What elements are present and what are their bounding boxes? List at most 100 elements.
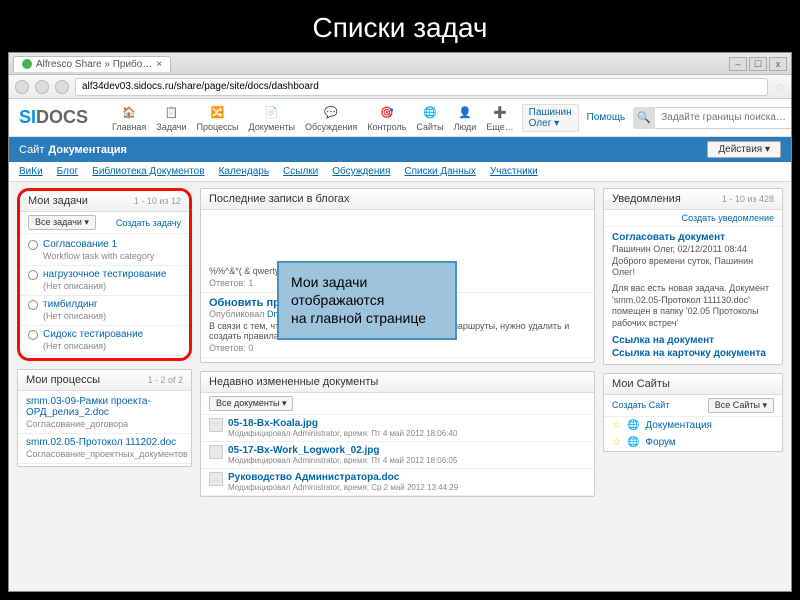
toolbar-processes[interactable]: 🔀Процессы [197,103,239,132]
app-header: SIDOCS 🏠Главная 📋Задачи 🔀Процессы 📄Докум… [9,99,791,137]
toolbar-tasks[interactable]: 📋Задачи [156,103,186,132]
logo[interactable]: SIDOCS [19,107,88,128]
home-icon: 🏠 [120,103,138,121]
recent-docs-dashlet: Недавно измененные документы Все докумен… [200,371,595,497]
toolbar-documents[interactable]: 📄Документы [249,103,295,132]
process-link[interactable]: smm.02.05-Протокол 111202.doc [26,437,188,448]
toolbar-label: Сайты [416,122,443,132]
process-item[interactable]: smm.03-09-Рамки проекта-ОРД_релиз_2.docС… [18,393,191,434]
toolbar-home[interactable]: 🏠Главная [112,103,146,132]
status-icon [28,330,38,340]
notif-card-link[interactable]: Ссылка на карточку документа [612,347,774,360]
create-notification-link[interactable]: Создать уведомление [682,213,774,223]
nav-discussions[interactable]: Обсуждения [332,166,390,177]
toolbar-control[interactable]: 🎯Контроль [367,103,406,132]
nav-datalists[interactable]: Списки Данных [404,166,476,177]
site-link[interactable]: Форум [645,437,675,448]
toolbar-label: Обсуждения [305,122,357,132]
notification-item[interactable]: Согласовать документ Пашинин Олег, 02/12… [604,227,782,364]
doc-item[interactable]: 05-18-Bx-Koala.jpgМодифицировал Administ… [201,415,594,442]
process-desc: Согласование_проектных_документов [26,449,188,459]
notif-body: Для вас есть новая задача. Документ 'smm… [612,283,774,330]
logo-part1: SI [19,107,36,127]
toolbar-label: Задачи [156,122,186,132]
file-icon [209,445,223,459]
browser-tab[interactable]: Alfresco Share » Прибо… × [13,56,171,72]
user-menu[interactable]: Пашинин Олег ▾ [522,104,579,132]
site-icon: 🌐 [627,437,639,448]
notif-from: Пашинин Олег, 02/12/2011 08:44 [612,244,774,256]
task-filter-dropdown[interactable]: Все задачи ▾ [28,215,96,230]
toolbar-discussions[interactable]: 💬Обсуждения [305,103,357,132]
doc-filter-dropdown[interactable]: Все документы ▾ [209,396,293,411]
doc-link[interactable]: 05-17-Bx-Work_Logwork_02.jpg [228,445,586,456]
nav-links[interactable]: Ссылки [283,166,318,177]
dashlet-title: Последние записи в блогах [209,193,349,205]
reload-button[interactable] [55,80,69,94]
task-item[interactable]: Сидокс тестирование(Нет описания) [20,326,189,356]
create-task-link[interactable]: Создать задачу [116,218,181,228]
task-link[interactable]: нагрузочное тестирование [43,269,181,280]
notif-title[interactable]: Согласовать документ [612,231,774,244]
blog-post[interactable]: Установка обновлений [201,358,594,363]
doc-item[interactable]: 05-17-Bx-Work_Logwork_02.jpgМодифицирова… [201,442,594,469]
search-box: 🔍 [633,107,792,129]
toolbar-label: Процессы [197,122,239,132]
url-input[interactable] [75,78,768,96]
process-link[interactable]: smm.03-09-Рамки проекта-ОРД_релиз_2.doc [26,396,183,418]
site-item[interactable]: ☆ 🌐 Форум [604,434,782,451]
task-item[interactable]: Согласование 1Workflow task with categor… [20,236,189,266]
file-icon [209,418,223,432]
task-link[interactable]: тимбилдинг [43,299,181,310]
blog-replies: Ответов: 0 [209,343,586,353]
blog-title-link[interactable]: Установка обновлений [209,362,586,363]
annotation-callout: Мои задачи отображаются на главной стран… [277,261,457,340]
nav-members[interactable]: Участники [490,166,538,177]
site-actions-button[interactable]: Действия ▾ [707,141,781,158]
toolbar-sites[interactable]: 🌐Сайты [416,103,443,132]
doc-link[interactable]: Руководство Администратора.doc [228,472,586,483]
process-count: 1 - 2 of 2 [147,375,183,385]
site-icon: 🌐 [627,420,639,431]
star-icon[interactable]: ☆ [612,437,621,448]
doc-link[interactable]: 05-18-Bx-Koala.jpg [228,418,586,429]
callout-line: Мои задачи [291,273,443,291]
sites-filter-dropdown[interactable]: Все Сайты ▾ [708,398,774,413]
my-processes-dashlet: Мои процессы1 - 2 of 2 smm.03-09-Рамки п… [17,369,192,467]
status-icon [28,300,38,310]
tab-close-icon[interactable]: × [156,59,162,70]
toolbar-more[interactable]: ➕Еще… [486,103,513,132]
star-icon[interactable]: ☆ [612,420,621,431]
doc-item[interactable]: Руководство Администратора.docМодифициро… [201,469,594,496]
forward-button[interactable] [35,80,49,94]
window-min-button[interactable]: – [729,57,747,71]
nav-doclib[interactable]: Библиотека Документов [92,166,204,177]
nav-blog[interactable]: Блог [57,166,79,177]
task-item[interactable]: нагрузочное тестирование(Нет описания) [20,266,189,296]
globe-icon: 🌐 [421,103,439,121]
site-item[interactable]: ☆ 🌐 Документация [604,417,782,434]
nav-calendar[interactable]: Календарь [219,166,269,177]
task-link[interactable]: Сидокс тестирование [43,329,181,340]
bookmark-icon[interactable]: ☆ [774,80,785,94]
toolbar-people[interactable]: 👤Люди [454,103,477,132]
task-link[interactable]: Согласование 1 [43,239,181,250]
task-item[interactable]: тимбилдинг(Нет описания) [20,296,189,326]
create-site-link[interactable]: Создать Сайт [612,400,669,410]
target-icon: 🎯 [378,103,396,121]
nav-wiki[interactable]: ВиКи [19,166,43,177]
back-button[interactable] [15,80,29,94]
toolbar-label: Контроль [367,122,406,132]
window-close-button[interactable]: x [769,57,787,71]
help-link[interactable]: Помощь [587,112,626,123]
site-link[interactable]: Документация [645,420,712,431]
search-icon[interactable]: 🔍 [633,107,655,129]
window-max-button[interactable]: ☐ [749,57,767,71]
notifications-dashlet: Уведомления1 - 10 из 428 Создать уведомл… [603,188,783,365]
blog-meta-prefix: Опубликовал [209,309,267,319]
search-input[interactable] [655,107,792,129]
notif-doc-link[interactable]: Ссылка на документ [612,334,774,347]
favicon-icon [22,59,32,69]
process-item[interactable]: smm.02.05-Протокол 111202.docСогласовани… [18,434,191,464]
dashboard: Мои задачи1 - 10 из 12 Все задачи ▾ Созд… [9,182,791,592]
